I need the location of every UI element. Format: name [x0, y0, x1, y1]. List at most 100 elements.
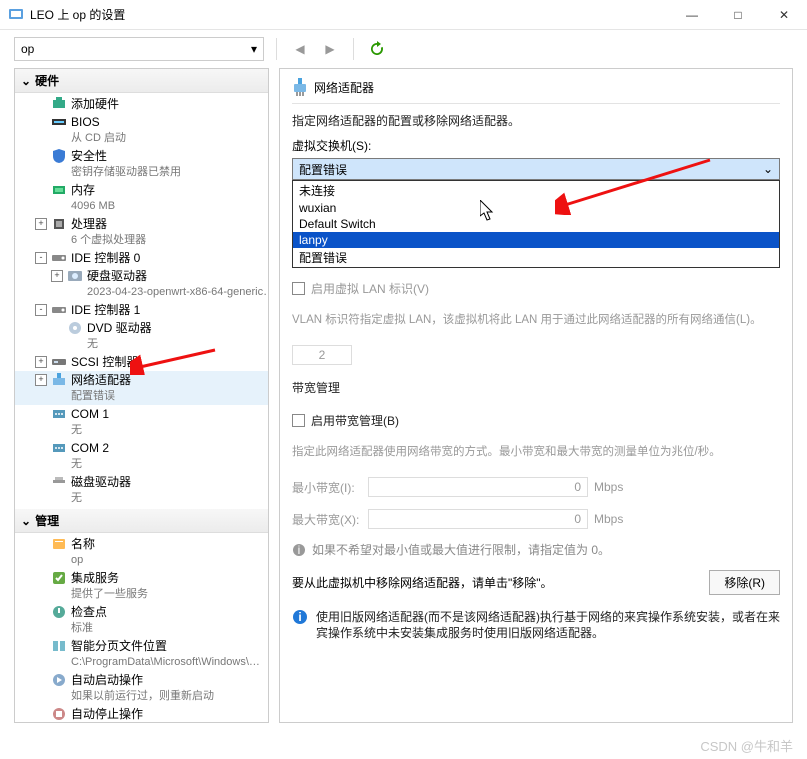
tree-item[interactable]: BIOS从 CD 启动 [15, 113, 268, 147]
network-adapter-icon [292, 77, 308, 97]
node-label: 集成服务 [71, 570, 148, 586]
content-header: 网络适配器 [292, 77, 780, 104]
remove-button[interactable]: 移除(R) [709, 570, 780, 595]
node-label: 网络适配器 [71, 372, 131, 388]
expander [35, 408, 47, 420]
node-label: IDE 控制器 0 [71, 250, 140, 266]
expander [35, 116, 47, 128]
node-label: 智能分页文件位置 [71, 638, 261, 654]
minimize-button[interactable]: — [669, 0, 715, 30]
node-subtext: 如果以前运行过，则重新启动 [71, 688, 214, 704]
switch-label: 虚拟交换机(S): [292, 137, 780, 154]
expander [35, 640, 47, 652]
combo-option[interactable]: lanpy [293, 232, 779, 248]
node-label: COM 2 [71, 440, 109, 456]
virtual-switch-combo[interactable]: 配置错误 ⌄ 未连接wuxianDefault Switchlanpy配置错误 [292, 158, 780, 180]
node-icon [51, 354, 67, 370]
expander[interactable]: - [35, 252, 47, 264]
nav-back-button[interactable]: ◀ [289, 38, 311, 60]
expander[interactable]: + [51, 270, 63, 282]
node-icon [51, 638, 67, 654]
vlan-enable-row[interactable]: 启用虚拟 LAN 标识(V) [292, 280, 780, 297]
maximize-button[interactable]: □ [715, 0, 761, 30]
tree-item[interactable]: +网络适配器配置错误 [15, 371, 268, 405]
node-label: 内存 [71, 182, 115, 198]
hardware-tree: 添加硬件BIOS从 CD 启动安全性密钥存储驱动器已禁用内存4096 MB + 处理… [15, 93, 268, 509]
expander [35, 184, 47, 196]
node-subtext: C:\ProgramData\Microsoft\Windows\Hyper-V [71, 654, 261, 670]
vm-select[interactable]: op ▾ [14, 37, 264, 61]
vlan-value-row [292, 345, 780, 365]
node-label: 添加硬件 [71, 96, 119, 112]
combo-option[interactable]: 配置错误 [293, 248, 779, 267]
combo-display[interactable]: 配置错误 ⌄ [292, 158, 780, 180]
window-title: LEO 上 op 的设置 [30, 6, 669, 23]
combo-option[interactable]: wuxian [293, 200, 779, 216]
bw-max-input[interactable] [368, 509, 588, 529]
tree-item[interactable]: 磁盘驱动器无 [15, 473, 268, 507]
expander[interactable]: + [35, 374, 47, 386]
tree-item[interactable]: 检查点标准 [15, 603, 268, 637]
combo-option[interactable]: Default Switch [293, 216, 779, 232]
node-icon [51, 182, 67, 198]
bw-min-input[interactable] [368, 477, 588, 497]
node-icon [51, 536, 67, 552]
node-icon [51, 706, 67, 722]
node-label: 自动启动操作 [71, 672, 214, 688]
tree-item[interactable]: COM 1无 [15, 405, 268, 439]
node-label: 处理器 [71, 216, 146, 232]
title-bar: LEO 上 op 的设置 — □ ✕ [0, 0, 807, 30]
combo-option[interactable]: 未连接 [293, 181, 779, 200]
svg-text:i: i [298, 543, 301, 557]
node-subtext: 无 [71, 490, 131, 506]
node-subtext: op [71, 552, 95, 568]
checkbox[interactable] [292, 414, 305, 427]
node-subtext: 从 CD 启动 [71, 130, 126, 146]
nav-forward-button[interactable]: ▶ [319, 38, 341, 60]
node-icon [67, 268, 83, 284]
node-label: IDE 控制器 1 [71, 302, 140, 318]
node-subtext: 无 [71, 456, 109, 472]
tree-item[interactable]: 自动启动操作如果以前运行过，则重新启动 [15, 671, 268, 705]
tree-item[interactable]: - IDE 控制器 0 [15, 249, 268, 267]
expander[interactable]: + [35, 356, 47, 368]
node-icon [51, 372, 67, 388]
bw-desc: 指定此网络适配器使用网络带宽的方式。最小带宽和最大带宽的测量单位为兆位/秒。 [292, 443, 780, 459]
expander [35, 442, 47, 454]
tree-item[interactable]: COM 2无 [15, 439, 268, 473]
reload-button[interactable] [366, 38, 388, 60]
tree-item[interactable]: 集成服务提供了一些服务 [15, 569, 268, 603]
tree-item[interactable]: 智能分页文件位置C:\ProgramData\Microsoft\Windows… [15, 637, 268, 671]
expander[interactable]: + [35, 218, 47, 230]
node-label: 硬盘驱动器 [87, 268, 269, 284]
chevron-down-icon: ⌄ [21, 514, 31, 528]
tree-item[interactable]: + SCSI 控制器 [15, 353, 268, 371]
bw-enable-row[interactable]: 启用带宽管理(B) [292, 412, 780, 429]
content-title: 网络适配器 [314, 79, 374, 96]
close-button[interactable]: ✕ [761, 0, 807, 30]
checkbox[interactable] [292, 282, 305, 295]
vlan-id-input[interactable] [292, 345, 352, 365]
tree-item[interactable]: +处理器6 个虚拟处理器 [15, 215, 268, 249]
tree-item[interactable]: - IDE 控制器 1 [15, 301, 268, 319]
tree-item[interactable]: 内存4096 MB [15, 181, 268, 215]
node-icon [51, 406, 67, 422]
group-management[interactable]: ⌄ 管理 [15, 509, 268, 533]
tree-item[interactable]: 安全性密钥存储驱动器已禁用 [15, 147, 268, 181]
tree-item[interactable]: 名称op [15, 535, 268, 569]
tree-item[interactable]: 自动停止操作保存 [15, 705, 268, 723]
main-area: ⌄ 硬件 添加硬件BIOS从 CD 启动安全性密钥存储驱动器已禁用内存4096 … [0, 68, 807, 733]
node-subtext: 无 [71, 422, 109, 438]
bw-min-row: 最小带宽(I): Mbps [292, 477, 780, 497]
expander [51, 322, 63, 334]
node-label: SCSI 控制器 [71, 354, 138, 370]
tree-item[interactable]: 添加硬件 [15, 95, 268, 113]
node-subtext: 提供了一些服务 [71, 586, 148, 602]
tree-item[interactable]: DVD 驱动器无 [15, 319, 268, 353]
node-icon [51, 672, 67, 688]
expander [35, 606, 47, 618]
expander[interactable]: - [35, 304, 47, 316]
tree-item[interactable]: +硬盘驱动器2023-04-23-openwrt-x86-64-generic-… [15, 267, 268, 301]
group-hardware[interactable]: ⌄ 硬件 [15, 69, 268, 93]
bandwidth-header: 带宽管理 [292, 379, 780, 396]
